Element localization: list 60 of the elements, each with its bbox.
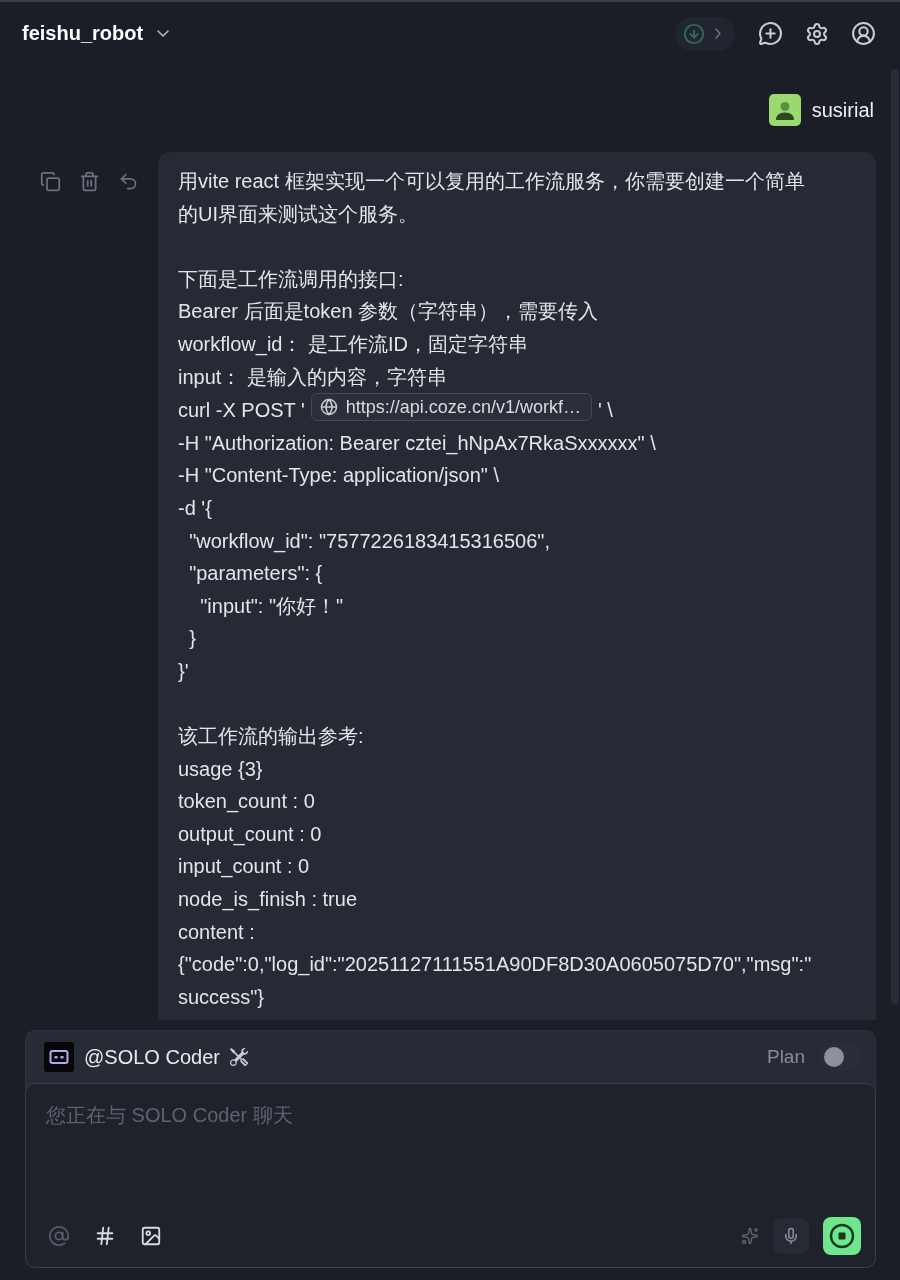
undo-button[interactable] [118,171,139,192]
message-line: workflow_id： 是工作流ID，固定字符串 [178,331,530,358]
mic-icon [782,1227,800,1245]
message-line: content : [178,919,256,945]
chevron-right-icon [715,28,721,39]
new-chat-button[interactable] [758,21,783,46]
message-line: input_count : 0 [178,854,311,880]
copy-icon [40,171,61,192]
message-line: {"code":0,"log_id":"20251127111551A90DF8D30A0605075D70","msg":"success"} [178,952,813,1010]
message-line: Bearer 后面是token 参数（字符串），需要传入 [178,299,600,325]
message-field[interactable]: 您正在与 SOLO Coder 聊天 [25,1083,876,1268]
tools-icon [229,1048,248,1066]
message-line: curl -X POST ' [178,399,305,422]
message-line: output_count : 0 [178,821,323,848]
mic-button[interactable] [773,1218,809,1254]
user-circle-icon [851,21,876,46]
trash-icon [79,171,100,192]
at-sign-icon [48,1225,70,1247]
message-line: 下面是工作流调用的接口: [178,266,405,292]
avatar-icon [768,94,801,126]
settings-icon [805,21,829,46]
settings-button[interactable] [805,21,829,46]
undo-icon [118,171,139,192]
plan-label: Plan [766,1046,805,1068]
message-line: token_count : 0 [178,789,316,815]
message-line: input： 是输入的内容，字符串 [178,364,448,390]
robot-icon [44,1042,74,1072]
link-chip[interactable]: https://api.coze.cn/v1/workf… [310,393,592,422]
message-line: -d '{ [178,495,213,521]
copy-button[interactable] [40,171,61,192]
download-pill-button[interactable] [675,16,735,51]
user-name: susirial [811,98,874,122]
image-icon [140,1225,162,1247]
message-line: ' \ [597,399,613,422]
message-line: -H "Authorization: Bearer cztei_hNpAx7RkaSxxxxxx" \ [178,430,657,457]
message-line: -H "Content-Type: application/json" \ [178,463,501,489]
message-line: }' [178,658,190,684]
account-button[interactable] [851,21,876,46]
message-line: "input": "你好！" [199,593,345,619]
message-line: "workflow_id": "7577226183415316506", [188,528,551,555]
agent-name: @SOLO Coder [84,1045,220,1069]
globe-icon [319,398,338,417]
message-line: 该工作流的输出参考: [178,724,365,750]
message-plus-icon [758,21,783,46]
message-line: 用vite react 框架实现一个可以复用的工作流服务，你需要创建一个简单的UI界面来测试这个服务。 [178,169,806,227]
image-button[interactable] [140,1225,162,1247]
hash-icon [94,1225,116,1247]
delete-button[interactable] [79,171,100,192]
message-line: "parameters": { [188,561,324,587]
message-line: usage {3} [178,756,264,782]
hash-button[interactable] [94,1225,116,1247]
message-line: node_is_finish : true [178,887,358,913]
chevron-down-icon [157,30,170,37]
sparkle-icon [741,1227,759,1245]
stop-circle-icon [829,1223,855,1249]
arrow-down-circle-icon [683,22,705,45]
project-selector[interactable]: feishu_robot [22,22,170,45]
message-line: } [188,626,197,652]
stop-button[interactable] [823,1217,861,1255]
message-input[interactable]: 您正在与 SOLO Coder 聊天 [46,1102,861,1217]
